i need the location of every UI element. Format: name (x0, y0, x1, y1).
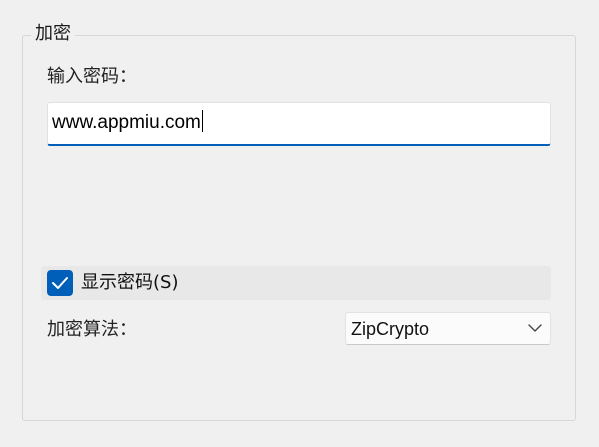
password-value: www.appmiu.com (52, 112, 201, 133)
password-input[interactable]: www.appmiu.com (47, 102, 551, 146)
checkmark-icon (52, 277, 68, 289)
chevron-down-icon (528, 324, 542, 332)
encryption-method-label: 加密算法： (47, 319, 137, 340)
text-caret (201, 110, 203, 132)
encryption-group-title: 加密 (31, 22, 75, 46)
password-input-text: www.appmiu.com (52, 110, 203, 136)
password-label: 输入密码： (47, 66, 137, 87)
show-password-label[interactable]: 显示密码(S) (81, 271, 178, 295)
encryption-method-select[interactable]: ZipCrypto (345, 312, 551, 345)
encryption-groupbox (22, 35, 576, 421)
show-password-checkbox[interactable] (47, 270, 73, 296)
encryption-method-value: ZipCrypto (351, 319, 430, 339)
